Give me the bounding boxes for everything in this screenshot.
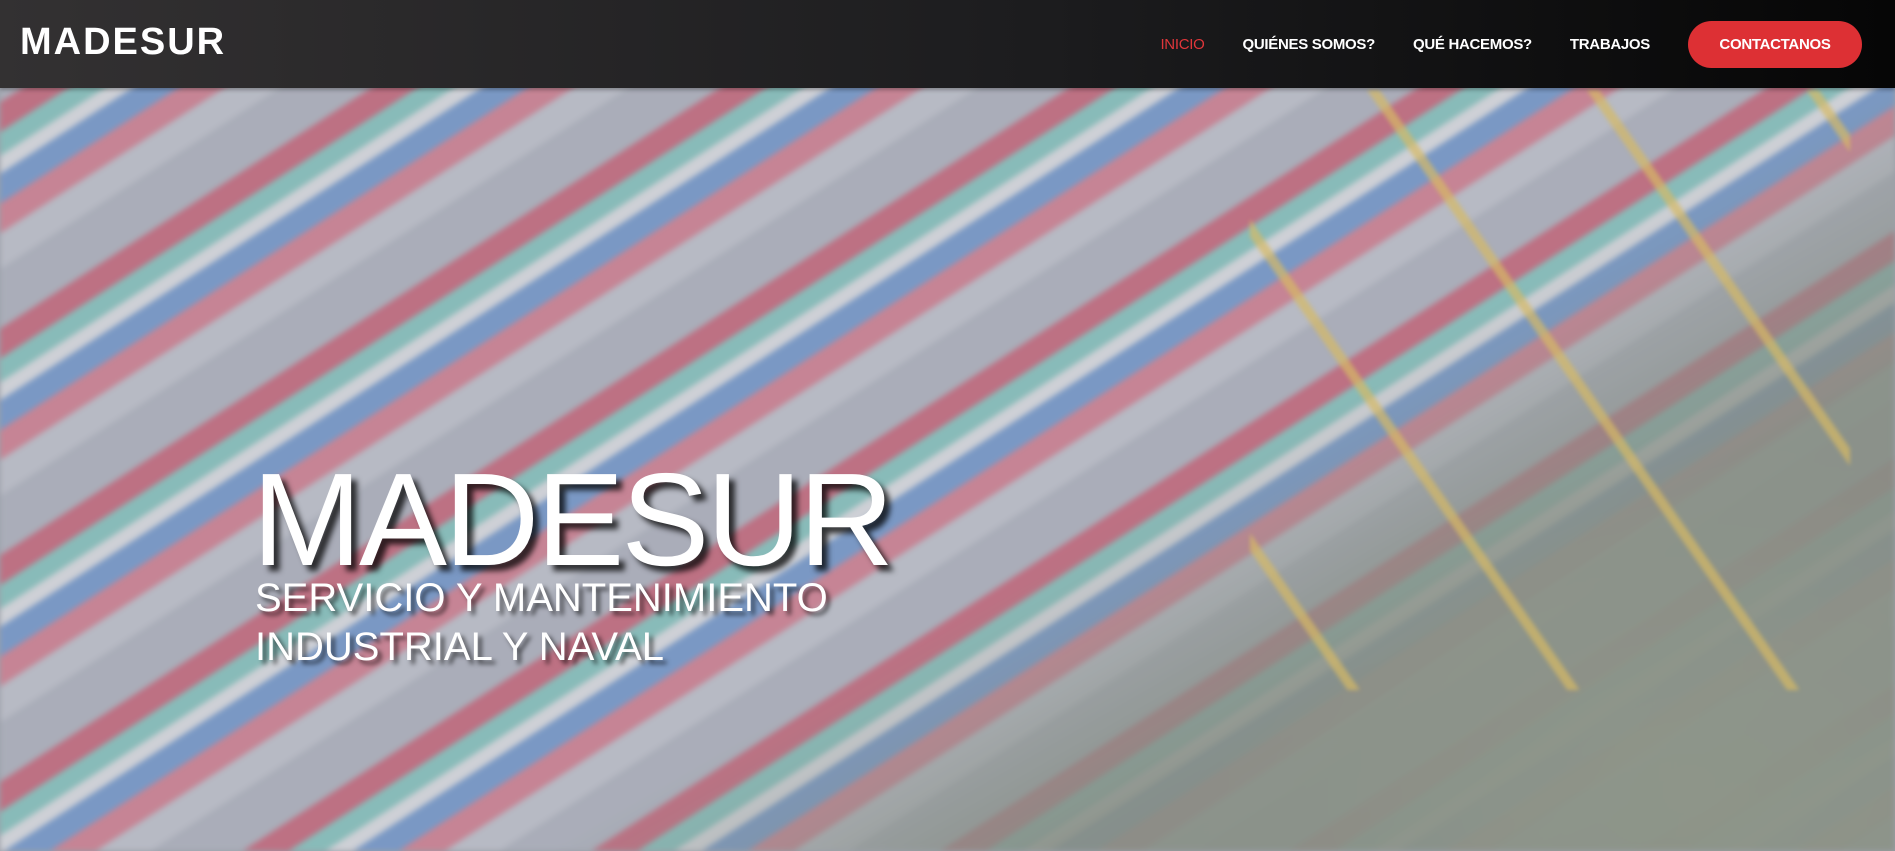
hero-overlay	[0, 0, 1895, 851]
main-nav: INICIO QUIÉNES SOMOS? QUÉ HACEMOS? TRABA…	[1160, 0, 1895, 88]
contactanos-button[interactable]: CONTACTANOS	[1688, 20, 1862, 68]
hero-subtitle-line2: INDUSTRIAL Y NAVAL	[255, 625, 665, 669]
site-header: MADESUR INICIO QUIÉNES SOMOS? QUÉ HACEMO…	[0, 0, 1895, 88]
logo[interactable]: MADESUR	[20, 20, 226, 64]
hero-title: MADESUR	[252, 446, 894, 593]
hero-subtitle: SERVICIO Y MANTENIMIENTO INDUSTRIAL Y NA…	[255, 574, 828, 672]
nav-trabajos[interactable]: TRABAJOS	[1570, 36, 1650, 53]
nav-quienes-somos[interactable]: QUIÉNES SOMOS?	[1242, 36, 1375, 53]
nav-que-hacemos[interactable]: QUÉ HACEMOS?	[1413, 36, 1532, 53]
nav-inicio[interactable]: INICIO	[1160, 36, 1204, 53]
hero-subtitle-line1: SERVICIO Y MANTENIMIENTO	[255, 576, 828, 620]
hero-section: MADESUR SERVICIO Y MANTENIMIENTO INDUSTR…	[0, 0, 1895, 851]
